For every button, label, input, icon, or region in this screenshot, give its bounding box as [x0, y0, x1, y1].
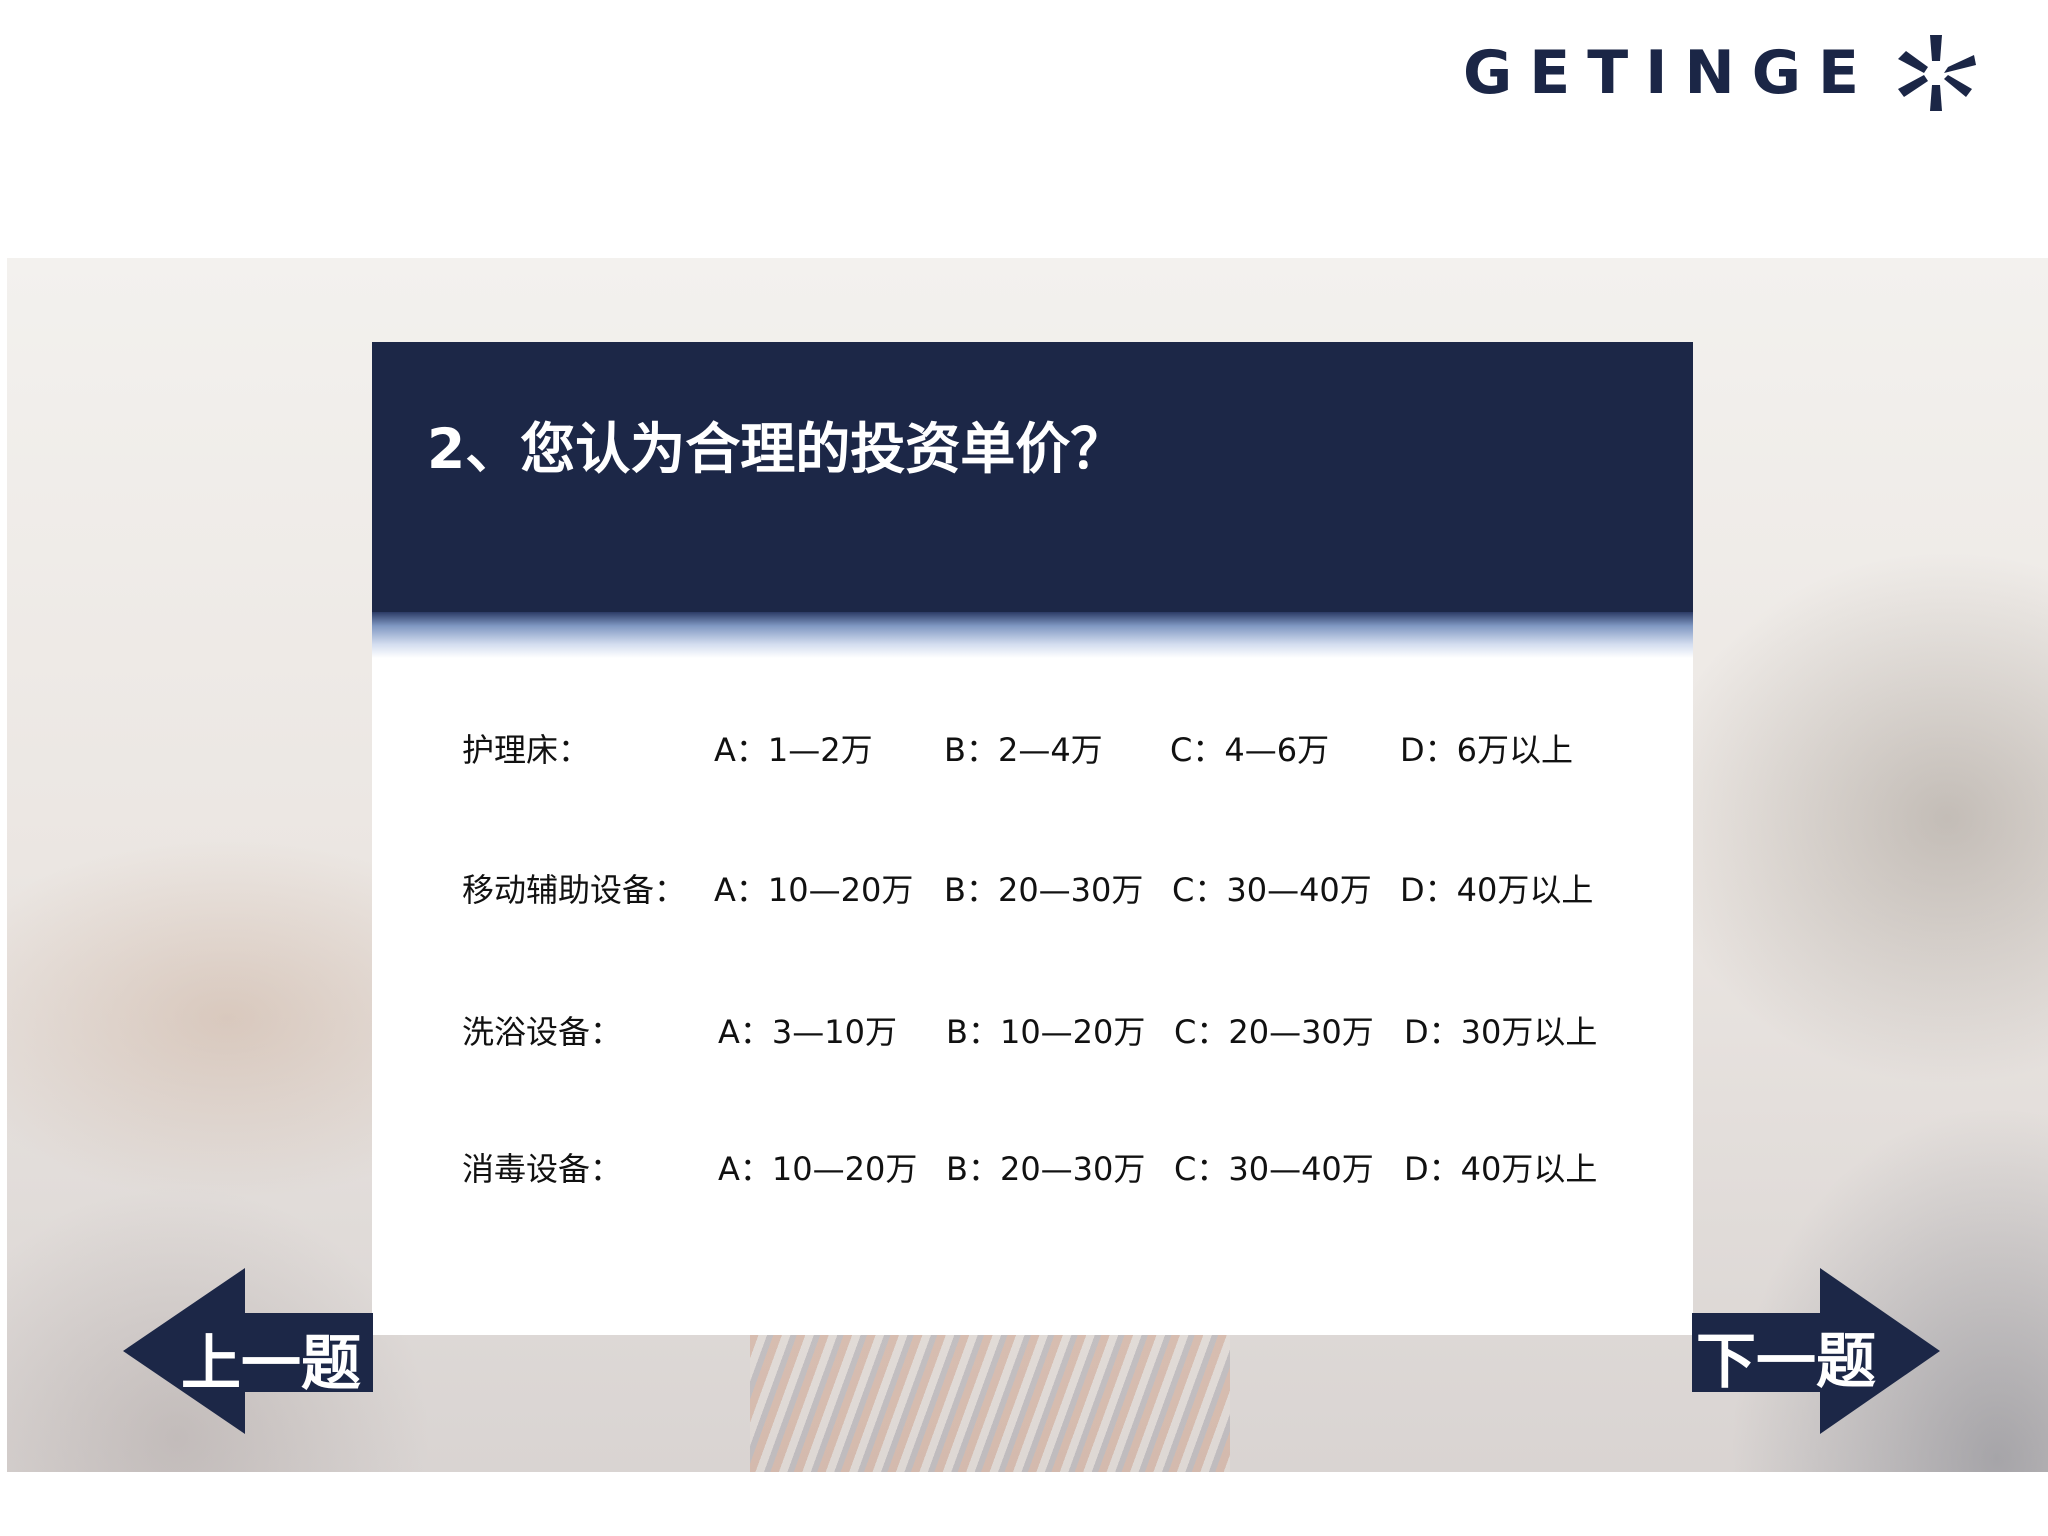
next-question-label: 下一题 [1696, 1327, 1876, 1397]
option-d[interactable]: D：40万以上 [1400, 865, 1593, 911]
option-d[interactable]: D：30万以上 [1404, 1007, 1597, 1053]
option-c[interactable]: C：20—30万 [1174, 1007, 1374, 1053]
option-c[interactable]: C：30—40万 [1174, 1144, 1374, 1190]
getinge-logo: GETINGE [1463, 30, 1978, 115]
option-b[interactable]: B：2—4万 [944, 725, 1103, 771]
row-category: 消毒设备： [462, 1150, 623, 1188]
prev-question-label: 上一题 [181, 1329, 361, 1399]
prev-question-button[interactable]: 上一题 [123, 1268, 373, 1434]
option-d[interactable]: D：40万以上 [1404, 1144, 1597, 1190]
option-c[interactable]: C：4—6万 [1170, 725, 1329, 771]
option-a[interactable]: A：10—20万 [718, 1144, 917, 1190]
option-b[interactable]: B：20—30万 [946, 1144, 1145, 1190]
background-scarf-pattern [750, 1335, 1230, 1472]
option-a[interactable]: A：1—2万 [714, 725, 873, 771]
option-d[interactable]: D：6万以上 [1400, 725, 1573, 771]
option-c[interactable]: C：30—40万 [1172, 865, 1372, 911]
question-header: 2、您认为合理的投资单价？ [372, 342, 1693, 612]
row-category: 护理床： [462, 731, 591, 769]
row-category: 移动辅助设备： [462, 871, 687, 909]
question-card: 2、您认为合理的投资单价？ 护理床： A：1—2万 B：2—4万 C：4—6万 … [372, 342, 1693, 1335]
logo-wordmark: GETINGE [1463, 37, 1876, 108]
question-title: 2、您认为合理的投资单价？ [427, 417, 1126, 481]
row-category: 洗浴设备： [462, 1013, 623, 1051]
next-question-button[interactable]: 下一题 [1692, 1268, 1940, 1434]
option-b[interactable]: B：20—30万 [944, 865, 1143, 911]
logo-mark-icon [1897, 34, 1976, 111]
option-a[interactable]: A：10—20万 [714, 865, 913, 911]
option-a[interactable]: A：3—10万 [718, 1007, 897, 1053]
option-b[interactable]: B：10—20万 [946, 1007, 1145, 1053]
slide: GETINGE 2、您认为合理的投资单价？ 护理床： A：1—2万 B：2—4万… [0, 0, 2048, 1536]
header-gradient-divider [372, 612, 1693, 658]
